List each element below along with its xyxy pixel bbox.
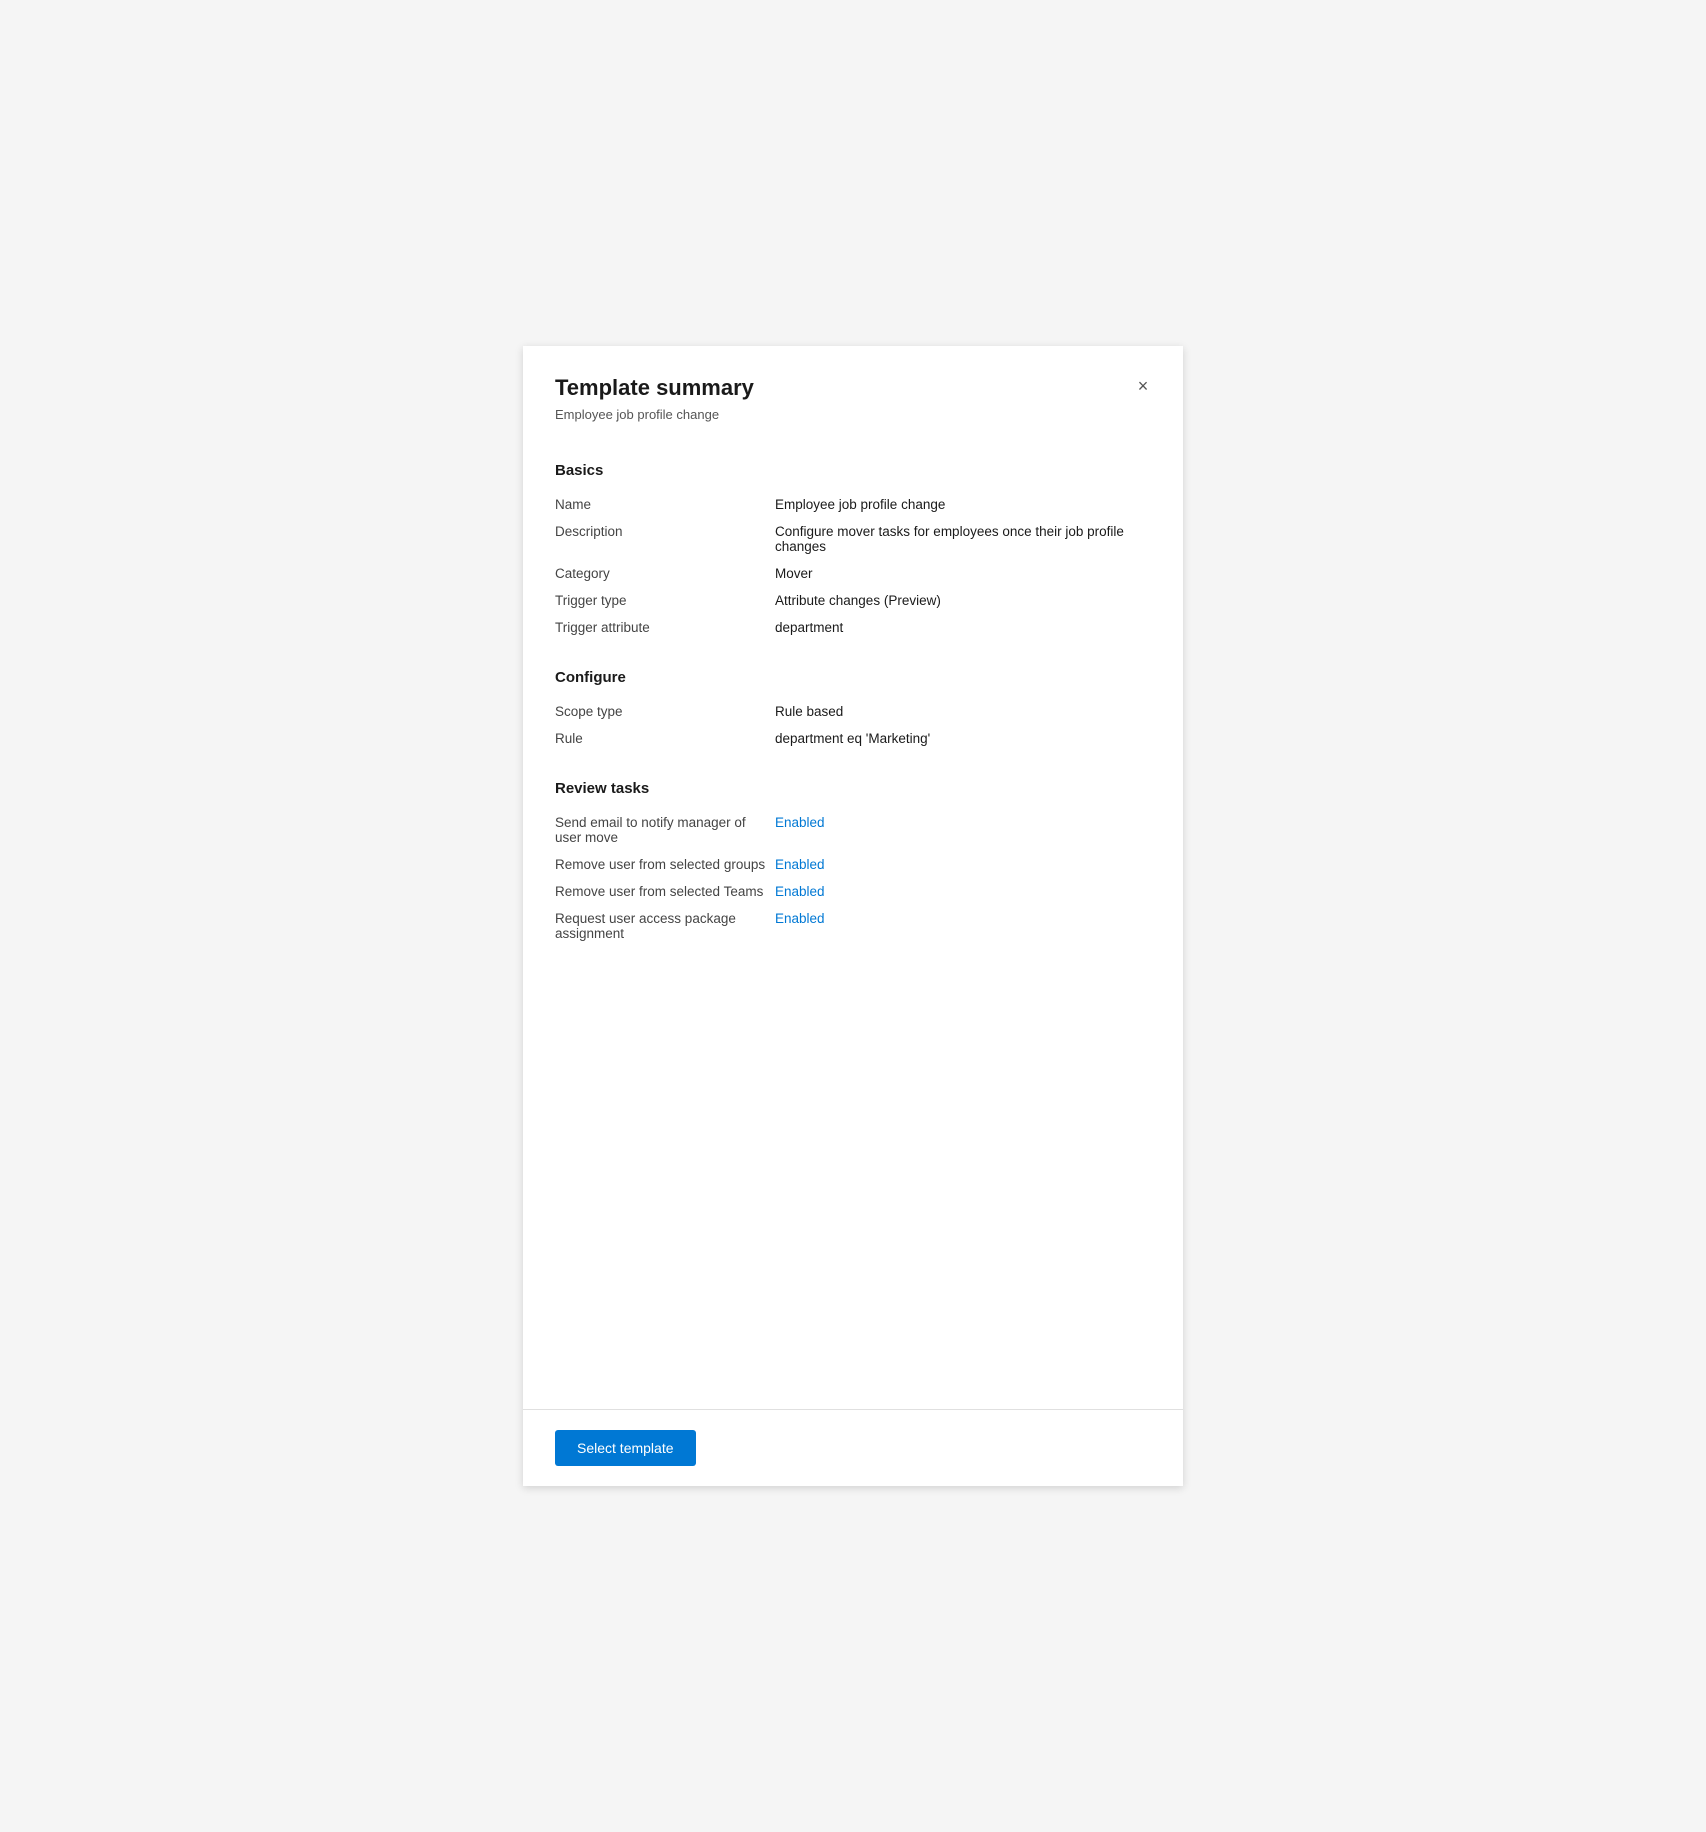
field-row-access-package: Request user access package assignment E… [555, 905, 1151, 947]
field-label-remove-teams: Remove user from selected Teams [555, 884, 775, 899]
field-value-scope-type: Rule based [775, 704, 843, 719]
field-value-remove-teams: Enabled [775, 884, 825, 899]
field-label-trigger-type: Trigger type [555, 593, 775, 608]
field-value-trigger-type: Attribute changes (Preview) [775, 593, 941, 608]
panel-title: Template summary [555, 374, 1151, 403]
review-tasks-section-title: Review tasks [555, 780, 1151, 797]
basics-section-title: Basics [555, 462, 1151, 479]
field-row-category: Category Mover [555, 560, 1151, 587]
field-value-remove-groups: Enabled [775, 857, 825, 872]
field-row-remove-groups: Remove user from selected groups Enabled [555, 851, 1151, 878]
close-icon: × [1138, 376, 1149, 397]
field-row-send-email: Send email to notify manager of user mov… [555, 809, 1151, 851]
field-label-access-package: Request user access package assignment [555, 911, 775, 941]
panel-content: Basics Name Employee job profile change … [523, 438, 1183, 1409]
field-row-scope-type: Scope type Rule based [555, 698, 1151, 725]
field-value-trigger-attribute: department [775, 620, 843, 635]
field-label-remove-groups: Remove user from selected groups [555, 857, 775, 872]
select-template-button[interactable]: Select template [555, 1430, 696, 1466]
field-value-send-email: Enabled [775, 815, 825, 830]
configure-section-title: Configure [555, 669, 1151, 686]
field-value-name: Employee job profile change [775, 497, 945, 512]
field-row-rule: Rule department eq 'Marketing' [555, 725, 1151, 752]
field-value-description: Configure mover tasks for employees once… [775, 524, 1151, 554]
field-label-name: Name [555, 497, 775, 512]
field-value-access-package: Enabled [775, 911, 825, 926]
configure-section: Configure Scope type Rule based Rule dep… [555, 669, 1151, 752]
template-summary-panel: Template summary Employee job profile ch… [523, 346, 1183, 1486]
field-label-rule: Rule [555, 731, 775, 746]
field-label-trigger-attribute: Trigger attribute [555, 620, 775, 635]
field-label-send-email: Send email to notify manager of user mov… [555, 815, 775, 845]
close-button[interactable]: × [1127, 370, 1159, 402]
panel-footer: Select template [523, 1409, 1183, 1486]
field-label-description: Description [555, 524, 775, 539]
field-value-category: Mover [775, 566, 813, 581]
field-row-trigger-type: Trigger type Attribute changes (Preview) [555, 587, 1151, 614]
field-row-trigger-attribute: Trigger attribute department [555, 614, 1151, 641]
field-value-rule: department eq 'Marketing' [775, 731, 930, 746]
field-row-description: Description Configure mover tasks for em… [555, 518, 1151, 560]
review-tasks-section: Review tasks Send email to notify manage… [555, 780, 1151, 947]
panel-subtitle: Employee job profile change [555, 407, 1151, 422]
field-row-remove-teams: Remove user from selected Teams Enabled [555, 878, 1151, 905]
field-label-category: Category [555, 566, 775, 581]
basics-section: Basics Name Employee job profile change … [555, 462, 1151, 641]
field-label-scope-type: Scope type [555, 704, 775, 719]
field-row-name: Name Employee job profile change [555, 491, 1151, 518]
panel-header: Template summary Employee job profile ch… [523, 346, 1183, 438]
